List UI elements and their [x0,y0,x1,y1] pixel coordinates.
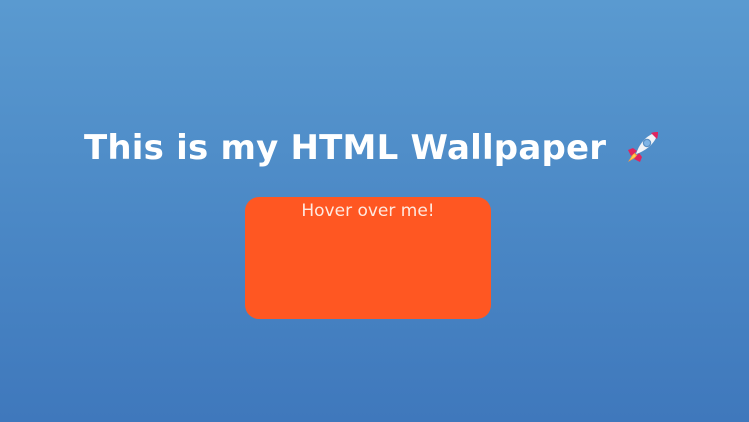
hover-box[interactable]: Hover over me! [245,197,491,319]
rocket-icon [620,126,664,170]
hover-box-label: Hover over me! [301,201,435,221]
page-title: This is my HTML Wallpaper [84,128,607,168]
title-row: This is my HTML Wallpaper [84,122,664,174]
